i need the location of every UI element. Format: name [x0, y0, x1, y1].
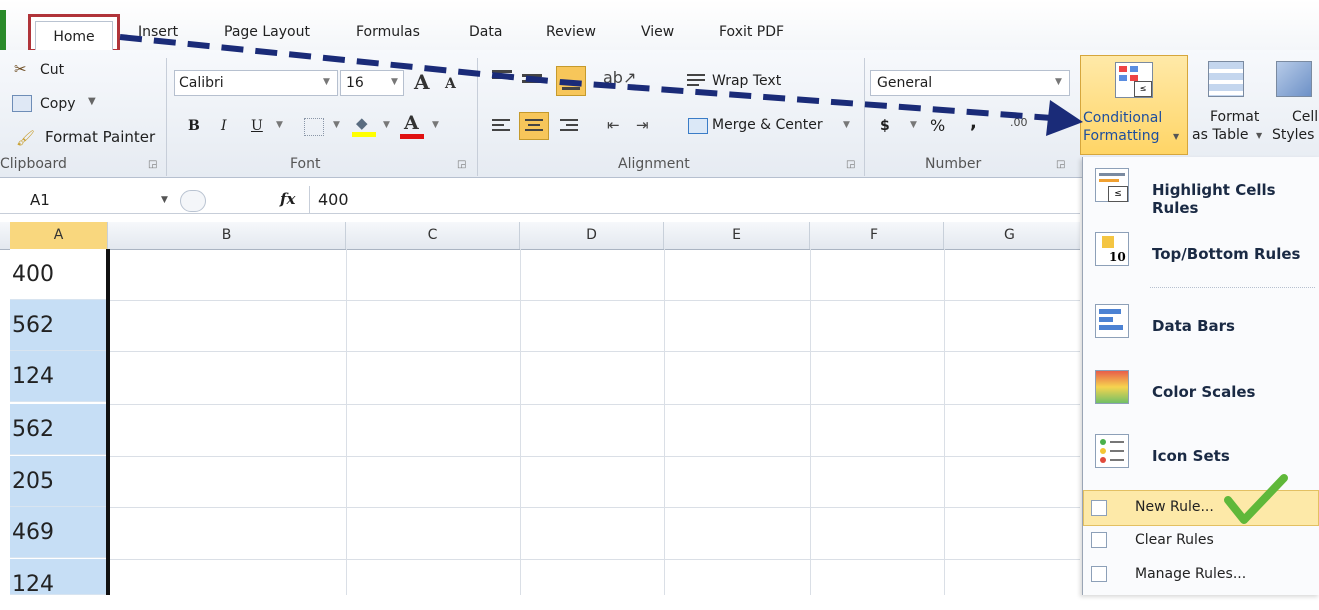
dashed-arrow — [119, 34, 1053, 121]
arrow-head-icon — [1046, 100, 1083, 136]
annotation-overlay — [119, 34, 1288, 524]
checkmark-icon — [1224, 474, 1288, 524]
